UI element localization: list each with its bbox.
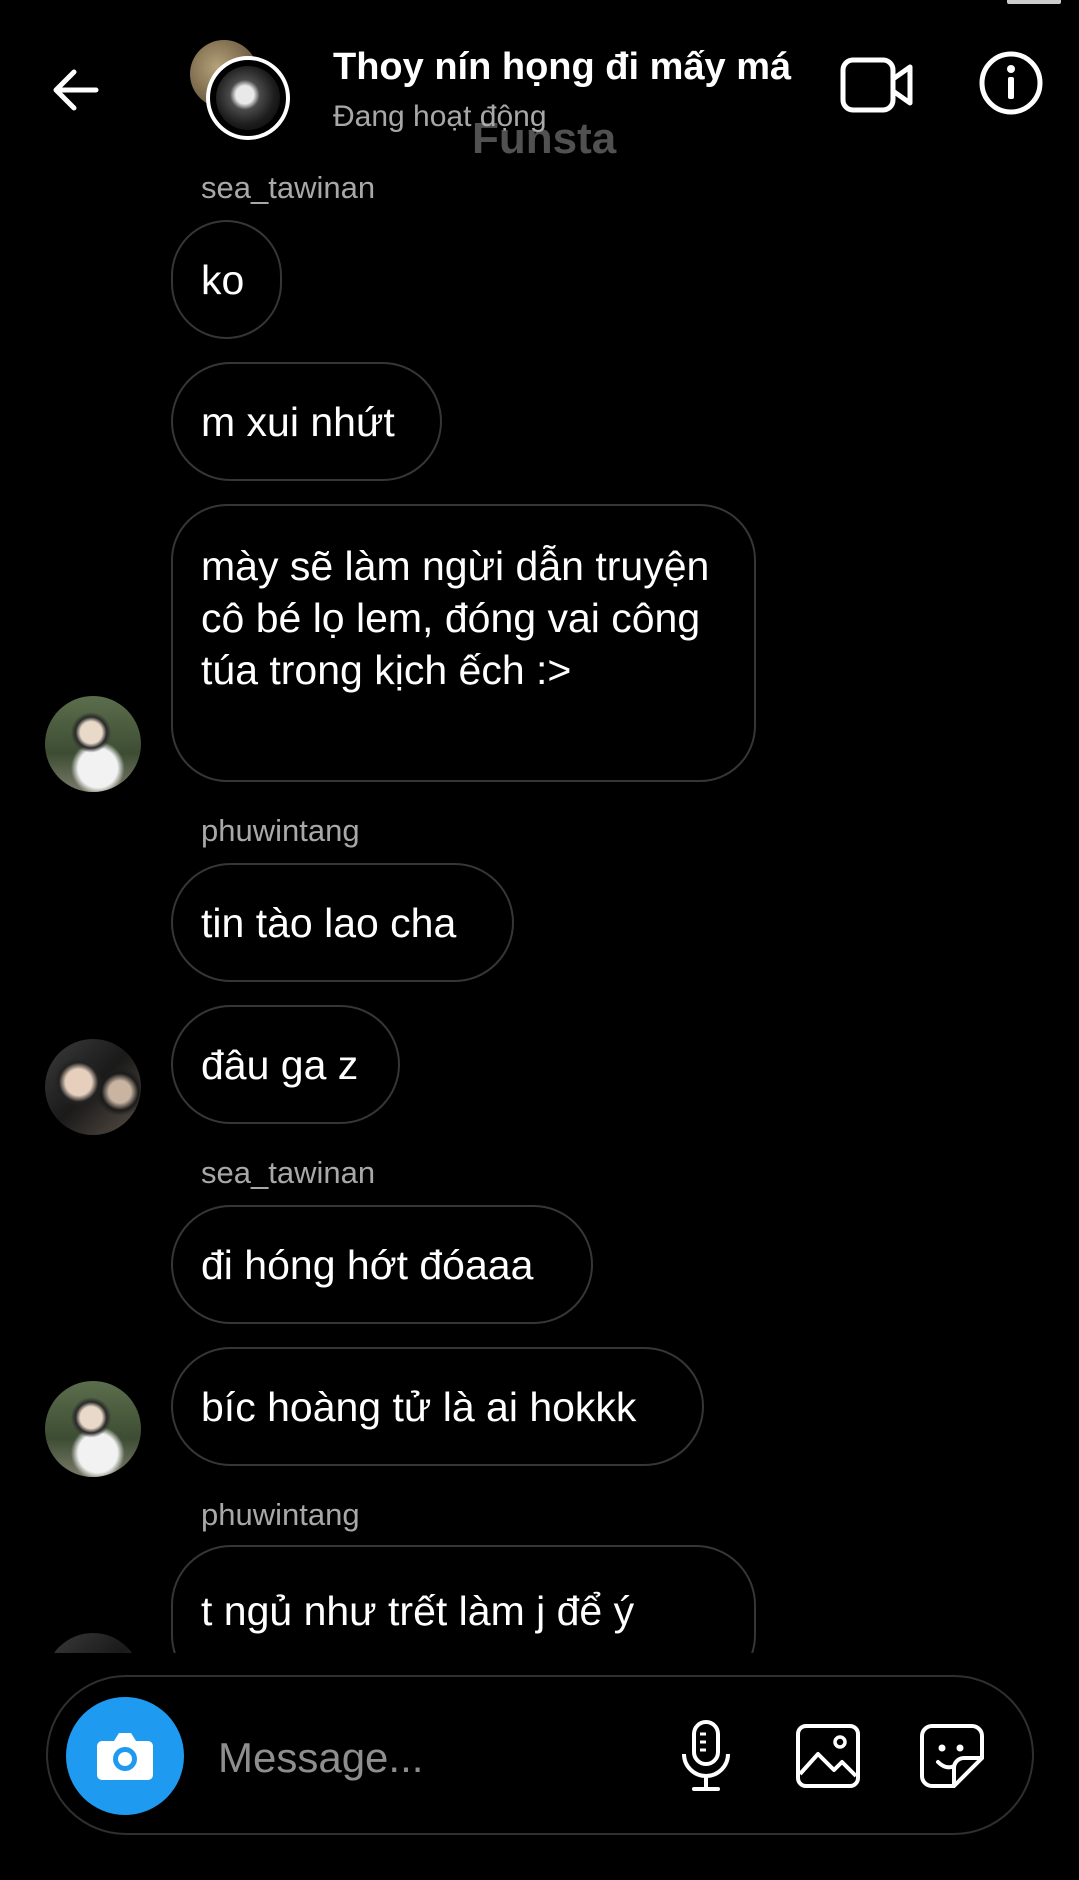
camera-icon	[97, 1733, 153, 1780]
message-bubble[interactable]: m xui nhứt	[171, 362, 442, 481]
message-bubble[interactable]: mày sẽ làm ngừi dẫn truyện cô bé lọ lem,…	[171, 504, 756, 782]
message-list-clip: t ngủ như trết làm j để ý	[0, 1545, 1079, 1653]
message-bubble[interactable]: bíc hoàng tử là ai hokkk	[171, 1347, 704, 1466]
message-bubble[interactable]: tin tào lao cha	[171, 863, 514, 982]
battery-icon	[1007, 0, 1061, 4]
group-avatar[interactable]	[190, 40, 290, 140]
sender-name: phuwintang	[201, 813, 360, 848]
video-camera-icon	[840, 57, 913, 113]
sender-name: sea_tawinan	[201, 170, 376, 205]
sticker-button[interactable]	[918, 1722, 986, 1790]
gallery-button[interactable]	[794, 1722, 862, 1790]
status-bar	[0, 0, 1079, 14]
message-bubble[interactable]: ko	[171, 220, 282, 339]
sender-name: phuwintang	[201, 1497, 360, 1532]
chat-title[interactable]: Thoy nín họng đi mấy má	[333, 46, 791, 89]
image-icon	[796, 1724, 860, 1788]
watermark: Funsta	[472, 114, 617, 163]
video-call-button[interactable]	[840, 55, 914, 115]
sender-avatar[interactable]	[45, 1039, 141, 1135]
message-bubble[interactable]: đi hóng hớt đóaaa	[171, 1205, 593, 1324]
sticker-icon	[920, 1724, 984, 1788]
sender-avatar[interactable]	[45, 1381, 141, 1477]
camera-button[interactable]	[66, 1697, 184, 1815]
microphone-icon	[682, 1720, 730, 1791]
arrow-left-icon	[53, 69, 99, 111]
info-icon	[979, 51, 1043, 115]
sender-name: sea_tawinan	[201, 1155, 376, 1190]
sender-avatar[interactable]	[45, 1633, 141, 1653]
avatar-front	[206, 56, 290, 140]
message-input[interactable]	[216, 1722, 650, 1794]
info-button[interactable]	[978, 50, 1044, 116]
sender-avatar[interactable]	[45, 696, 141, 792]
message-bubble[interactable]: t ngủ như trết làm j để ý	[171, 1545, 756, 1653]
back-button[interactable]	[48, 62, 104, 118]
voice-message-button[interactable]	[676, 1718, 736, 1794]
message-bubble[interactable]: đâu ga z	[171, 1005, 400, 1124]
